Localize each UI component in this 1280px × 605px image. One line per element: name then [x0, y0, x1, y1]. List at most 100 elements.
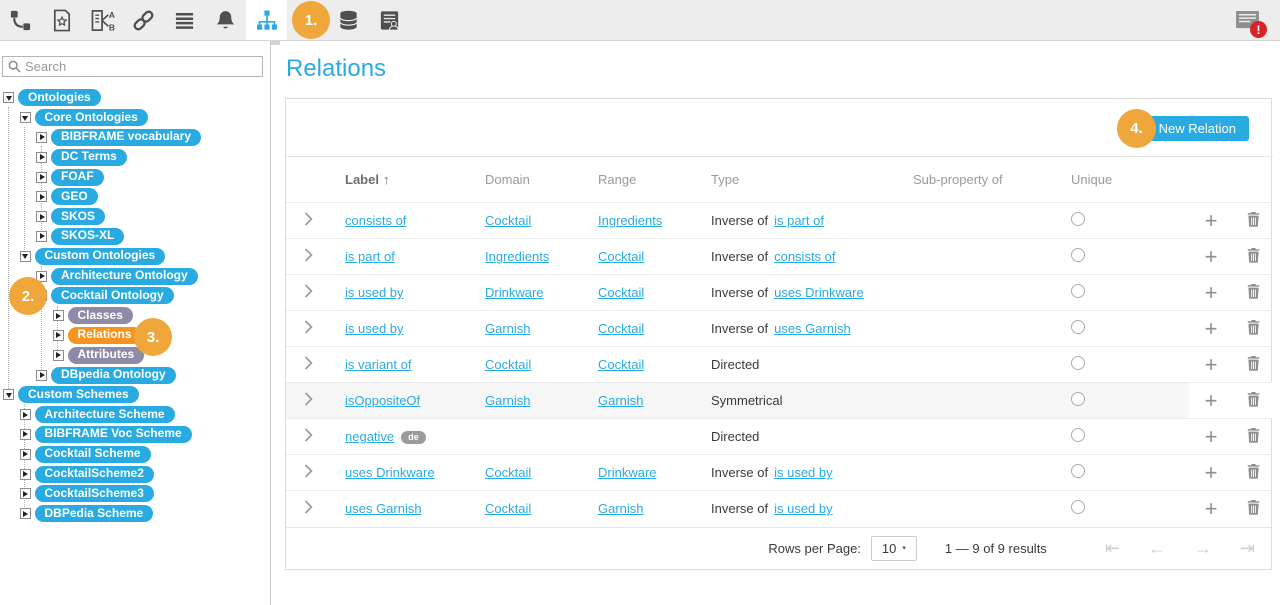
collapse-icon[interactable]: [20, 251, 31, 262]
database-icon[interactable]: [328, 0, 369, 40]
expand-icon[interactable]: [20, 429, 31, 440]
expand-icon[interactable]: [20, 409, 31, 420]
tree-node-skos[interactable]: SKOS: [51, 208, 105, 225]
database-admin-icon[interactable]: [369, 0, 410, 40]
prev-page-button[interactable]: ←: [1148, 539, 1166, 557]
tree-node-architecture-ontology[interactable]: Architecture Ontology: [51, 268, 198, 285]
tree-node-foaf[interactable]: FOAF: [51, 169, 104, 186]
expand-icon[interactable]: [53, 350, 64, 361]
unique-radio[interactable]: [1071, 248, 1085, 262]
domain-link[interactable]: Drinkware: [485, 285, 544, 300]
tree-node-cocktailscheme3[interactable]: CocktailScheme3: [35, 485, 154, 502]
expand-icon[interactable]: [36, 152, 47, 163]
unique-radio[interactable]: [1071, 320, 1085, 334]
trash-icon[interactable]: [1247, 392, 1260, 407]
inverse-relation-link[interactable]: is used by: [774, 501, 833, 516]
domain-link[interactable]: Garnish: [485, 321, 531, 336]
unique-radio[interactable]: [1071, 212, 1085, 226]
tree-node-geo[interactable]: GEO: [51, 188, 98, 205]
new-relation-button[interactable]: New Relation: [1146, 116, 1249, 141]
trash-icon[interactable]: [1247, 464, 1260, 479]
tree-node-dc-terms[interactable]: DC Terms: [51, 149, 127, 166]
header-sub-property-of[interactable]: Sub-property of: [899, 157, 1057, 203]
add-icon[interactable]: +: [1205, 460, 1218, 485]
add-icon[interactable]: +: [1205, 280, 1218, 305]
list-icon[interactable]: [164, 0, 205, 40]
range-link[interactable]: Garnish: [598, 393, 644, 408]
first-page-button[interactable]: ⇤: [1105, 539, 1120, 557]
header-unique[interactable]: Unique: [1057, 157, 1189, 203]
next-page-button[interactable]: →: [1194, 539, 1212, 557]
tree-node-architecture-scheme[interactable]: Architecture Scheme: [35, 406, 175, 423]
row-expand-icon[interactable]: [304, 284, 313, 298]
tree-node-cocktail-scheme[interactable]: Cocktail Scheme: [35, 446, 151, 463]
tree-node-core-ontologies[interactable]: Core Ontologies: [35, 109, 148, 126]
tree-node-attributes[interactable]: Attributes: [68, 347, 145, 364]
collapse-icon[interactable]: [3, 389, 14, 400]
add-icon[interactable]: +: [1205, 388, 1218, 413]
range-link[interactable]: Cocktail: [598, 357, 644, 372]
range-link[interactable]: Ingredients: [598, 213, 662, 228]
add-icon[interactable]: +: [1205, 208, 1218, 233]
range-link[interactable]: Cocktail: [598, 321, 644, 336]
range-link[interactable]: Cocktail: [598, 285, 644, 300]
tree-node-ontologies[interactable]: Ontologies: [18, 89, 101, 106]
row-expand-icon[interactable]: [304, 248, 313, 262]
expand-icon[interactable]: [20, 508, 31, 519]
expand-icon[interactable]: [36, 211, 47, 222]
tree-node-dbpedia-ontology[interactable]: DBpedia Ontology: [51, 367, 176, 384]
tree-node-dbpedia-scheme[interactable]: DBPedia Scheme: [35, 505, 154, 522]
inverse-relation-link[interactable]: uses Garnish: [774, 321, 851, 336]
range-link[interactable]: Drinkware: [598, 465, 657, 480]
tree-node-custom-ontologies[interactable]: Custom Ontologies: [35, 248, 166, 265]
search-input[interactable]: [25, 59, 257, 74]
header-label[interactable]: Label↑: [331, 157, 471, 203]
expand-icon[interactable]: [53, 310, 64, 321]
expand-icon[interactable]: [20, 449, 31, 460]
unique-radio[interactable]: [1071, 392, 1085, 406]
tree-node-relations[interactable]: Relations: [68, 327, 142, 344]
tree-node-bibframe-voc-scheme[interactable]: BIBFRAME Voc Scheme: [35, 426, 192, 443]
relation-label-link[interactable]: uses Garnish: [345, 501, 422, 516]
row-expand-icon[interactable]: [304, 356, 313, 370]
unique-radio[interactable]: [1071, 284, 1085, 298]
expand-icon[interactable]: [20, 469, 31, 480]
domain-link[interactable]: Cocktail: [485, 357, 531, 372]
relation-label-link[interactable]: is used by: [345, 285, 404, 300]
domain-link[interactable]: Garnish: [485, 393, 531, 408]
header-range[interactable]: Range: [584, 157, 697, 203]
last-page-button[interactable]: ⇥: [1240, 539, 1255, 557]
header-type[interactable]: Type: [697, 157, 899, 203]
expand-icon[interactable]: [36, 191, 47, 202]
tree-node-classes[interactable]: Classes: [68, 307, 133, 324]
expand-icon[interactable]: [36, 172, 47, 183]
unique-radio[interactable]: [1071, 428, 1085, 442]
relation-label-link[interactable]: is used by: [345, 321, 404, 336]
row-expand-icon[interactable]: [304, 320, 313, 334]
flow-connection-icon[interactable]: [0, 0, 41, 40]
expand-icon[interactable]: [36, 370, 47, 381]
add-icon[interactable]: +: [1205, 424, 1218, 449]
relation-label-link[interactable]: is part of: [345, 249, 395, 264]
inverse-relation-link[interactable]: uses Drinkware: [774, 285, 864, 300]
alerts-report-icon[interactable]: !: [1227, 0, 1268, 40]
relation-label-link[interactable]: isOppositeOf: [345, 393, 420, 408]
expand-icon[interactable]: [53, 330, 64, 341]
inverse-relation-link[interactable]: is part of: [774, 213, 824, 228]
relation-label-link[interactable]: uses Drinkware: [345, 465, 435, 480]
relation-label-link[interactable]: is variant of: [345, 357, 411, 372]
domain-link[interactable]: Ingredients: [485, 249, 549, 264]
trash-icon[interactable]: [1247, 248, 1260, 263]
tree-node-cocktail-ontology[interactable]: Cocktail Ontology: [51, 287, 174, 304]
trash-icon[interactable]: [1247, 356, 1260, 371]
trash-icon[interactable]: [1247, 320, 1260, 335]
hierarchy-icon[interactable]: [246, 0, 287, 40]
relation-label-link[interactable]: consists of: [345, 213, 406, 228]
header-domain[interactable]: Domain: [471, 157, 584, 203]
tree-node-bibframe-vocabulary[interactable]: BIBFRAME vocabulary: [51, 129, 201, 146]
collapse-icon[interactable]: [3, 92, 14, 103]
domain-link[interactable]: Cocktail: [485, 465, 531, 480]
trash-icon[interactable]: [1247, 428, 1260, 443]
unique-radio[interactable]: [1071, 500, 1085, 514]
tree-node-skos-xl[interactable]: SKOS-XL: [51, 228, 124, 245]
